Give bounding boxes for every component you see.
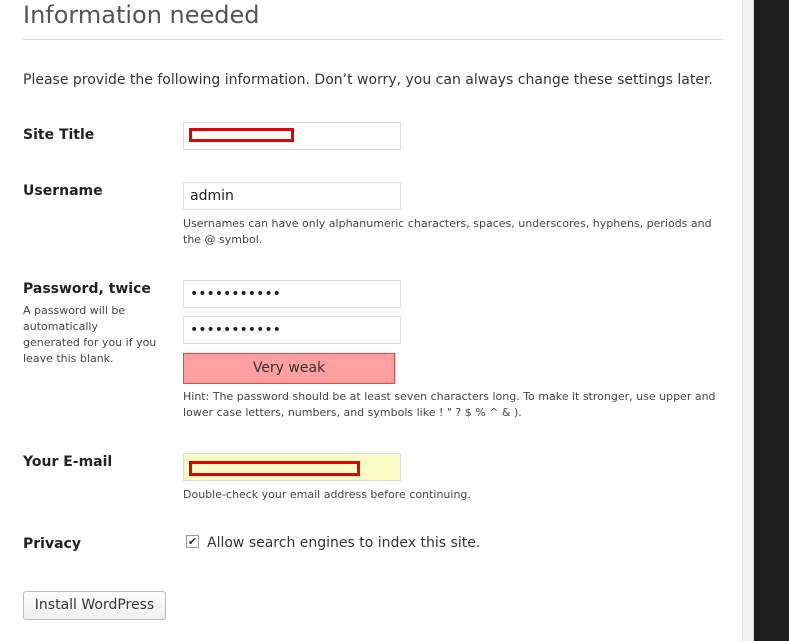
window-edge — [754, 0, 789, 641]
search-engine-checkbox[interactable]: ✔ — [186, 535, 199, 548]
search-engine-checkbox-label[interactable]: Allow search engines to index this site. — [207, 535, 480, 551]
password-label: Password, twice — [23, 281, 151, 297]
install-wordpress-button[interactable]: Install WordPress — [23, 591, 166, 620]
username-input[interactable]: admin — [183, 182, 401, 210]
username-description: Usernames can have only alphanumeric cha… — [183, 217, 712, 246]
password-input[interactable]: ••••••••••• — [183, 280, 401, 308]
page-title: Information needed — [23, 1, 260, 29]
site-title-label: Site Title — [23, 127, 95, 143]
title-divider — [23, 39, 723, 40]
password-sub-description: A password will be automatically generat… — [23, 304, 157, 365]
email-description: Double-check your email address before c… — [183, 488, 471, 501]
password-strength-indicator: Very weak — [183, 353, 395, 384]
password-hint: Hint: The password should be at least se… — [183, 390, 716, 419]
install-panel: Information needed Please provide the fo… — [0, 0, 742, 641]
password-confirm-input[interactable]: ••••••••••• — [183, 316, 401, 344]
email-redaction — [189, 461, 360, 476]
intro-text: Please provide the following information… — [23, 72, 713, 88]
scrollbar-track[interactable] — [742, 0, 754, 641]
username-label: Username — [23, 183, 103, 199]
privacy-label: Privacy — [23, 536, 81, 552]
email-label: Your E-mail — [23, 454, 113, 470]
checkmark-icon: ✔ — [187, 535, 198, 548]
site-title-redaction — [189, 128, 294, 142]
